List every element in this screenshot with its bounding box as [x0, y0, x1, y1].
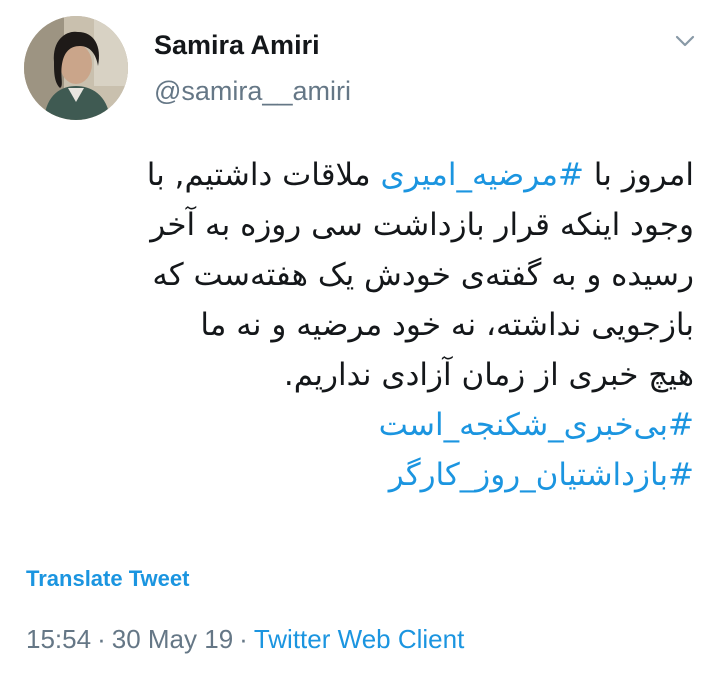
tweet-line: امروز با #مرضیه_امیری ملاقات داشتیم, با	[30, 150, 694, 200]
chevron-down-icon	[675, 35, 695, 47]
client-link[interactable]: Twitter Web Client	[254, 624, 464, 654]
profile-photo-icon	[24, 16, 128, 120]
tweet-line: بازجویی نداشته، نه خود مرضیه و نه ما	[200, 307, 694, 343]
tweet-text-segment: ملاقات داشتیم, با	[146, 157, 381, 193]
tweet-date[interactable]: 30 May 19	[112, 624, 233, 654]
tweet-text-segment: امروز با	[583, 157, 694, 193]
tweet-line: رسیده و به گفته‌ی خودش یک هفته‌ست که	[152, 257, 694, 293]
tweet-metadata: 15:54 · 30 May 19 · Twitter Web Client	[26, 624, 464, 655]
tweet-text: امروز با #مرضیه_امیری ملاقات داشتیم, با …	[30, 150, 694, 500]
tweet-line: وجود اینکه قرار بازداشت سی روزه به آخر	[150, 207, 694, 243]
translate-tweet-link[interactable]: Translate Tweet	[26, 566, 189, 592]
hashtag-link[interactable]: #بازداشتیان_روز_کارگر	[30, 450, 694, 500]
separator: ·	[239, 624, 248, 654]
user-handle[interactable]: @samira__amiri	[154, 76, 351, 107]
avatar[interactable]	[24, 16, 128, 120]
display-name[interactable]: Samira Amiri	[154, 30, 320, 61]
tweet-line: هیچ خبری از زمان آزادی نداریم.	[283, 357, 694, 393]
hashtag-link[interactable]: #بی‌خبری_شکنجه_است	[30, 400, 694, 450]
tweet-menu-button[interactable]	[670, 26, 700, 56]
separator: ·	[97, 624, 106, 654]
tweet-card: Samira Amiri @samira__amiri امروز با #مر…	[0, 0, 720, 681]
hashtag-link[interactable]: #مرضیه_امیری	[381, 157, 584, 193]
tweet-time[interactable]: 15:54	[26, 624, 91, 654]
